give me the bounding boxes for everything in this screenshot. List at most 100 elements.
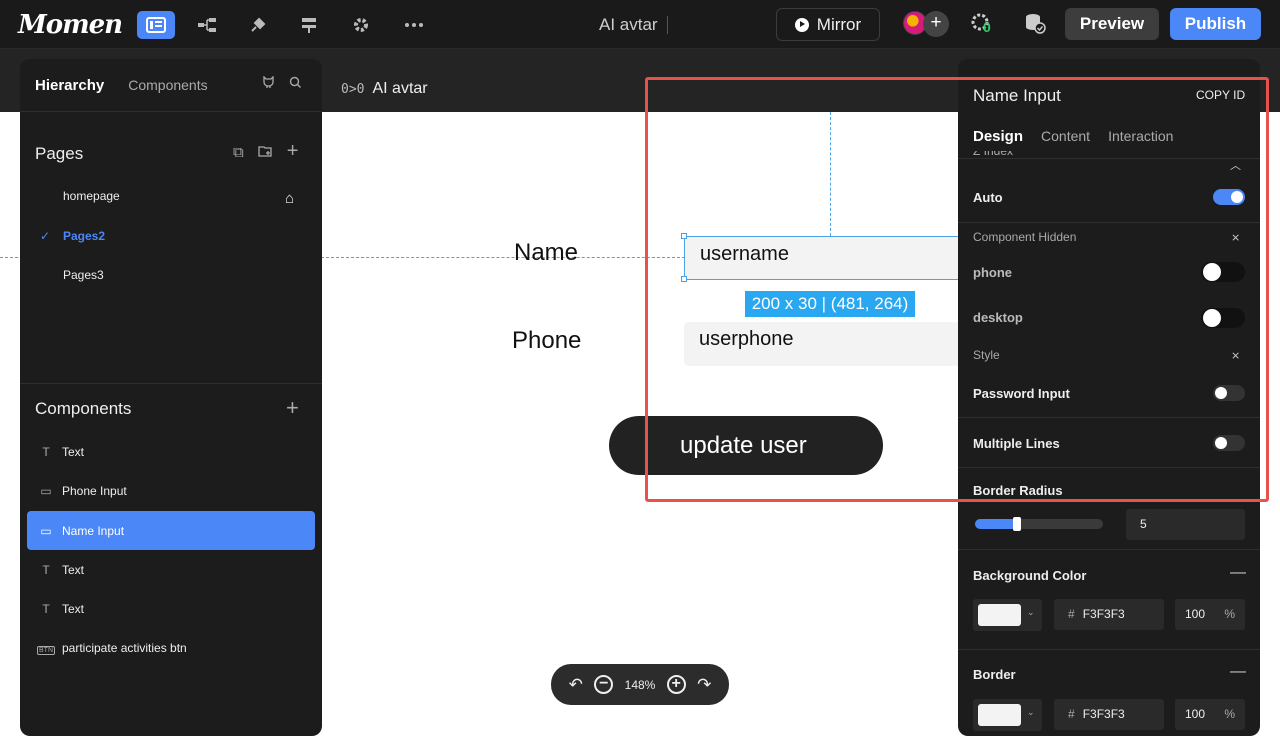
pages-tools: ⧉ + xyxy=(233,141,299,162)
update-user-button[interactable]: update user xyxy=(609,416,883,475)
phone-label[interactable]: Phone xyxy=(512,327,581,355)
undo-icon[interactable]: ↶ xyxy=(569,675,583,695)
background-color-label: Background Color xyxy=(973,568,1087,583)
border-radius-slider[interactable] xyxy=(975,517,1103,531)
page-breadcrumb: 0>0 AI avtar xyxy=(341,80,428,98)
selected-component-title: Name Input xyxy=(973,86,1061,105)
password-input-toggle[interactable] xyxy=(1213,385,1245,401)
page-tag: 0>0 xyxy=(341,81,365,97)
tab-components[interactable]: Components xyxy=(128,77,207,94)
tab-hierarchy[interactable]: Hierarchy xyxy=(35,77,104,94)
add-collaborator-icon[interactable]: + xyxy=(923,11,949,37)
home-icon: ⌂ xyxy=(285,190,295,207)
zoom-in-icon[interactable]: + xyxy=(666,675,686,694)
border-hex-input[interactable]: # F3F3F3 xyxy=(1054,699,1164,730)
name-input[interactable]: username xyxy=(684,236,974,280)
collapse-minus-icon[interactable]: — xyxy=(1230,663,1246,681)
zoom-out-icon[interactable]: − xyxy=(594,675,614,694)
duplicate-page-icon[interactable]: ⧉ xyxy=(233,144,244,162)
page-item-pages3[interactable]: Pages3 xyxy=(63,268,104,282)
border-label: Border xyxy=(973,667,1016,682)
selected-check-icon: ✓ xyxy=(40,229,51,243)
input-type-icon: ▭ xyxy=(40,523,52,538)
name-label[interactable]: Name xyxy=(514,239,578,267)
slider-thumb[interactable] xyxy=(1013,517,1021,531)
resize-handle-bottom-left[interactable] xyxy=(681,276,687,282)
actionflow-icon[interactable] xyxy=(290,11,328,39)
data-model-icon[interactable] xyxy=(188,11,226,39)
divider xyxy=(958,549,1260,550)
text-type-icon: T xyxy=(42,562,50,577)
component-item-phone-input[interactable]: ▭ Phone Input xyxy=(27,471,315,510)
background-hex-input[interactable]: # F3F3F3 xyxy=(1054,599,1164,630)
database-icon[interactable] xyxy=(1024,12,1048,36)
background-opacity-input[interactable]: 100% xyxy=(1175,599,1245,630)
collapse-minus-icon[interactable]: — xyxy=(1230,564,1246,582)
components-title: Components xyxy=(35,399,132,418)
page-item-pages2[interactable]: Pages2 xyxy=(63,229,105,243)
component-item-text[interactable]: T Text xyxy=(27,550,315,589)
publish-button[interactable]: Publish xyxy=(1170,8,1261,40)
mirror-button[interactable]: Mirror xyxy=(776,8,880,41)
percent-sign: % xyxy=(1224,607,1235,621)
hash-sign: # xyxy=(1068,607,1075,621)
component-item-button[interactable]: BTN participate activities btn xyxy=(27,628,315,667)
collapse-icon[interactable]: ⨯ xyxy=(1231,231,1240,244)
page-item-homepage[interactable]: homepage xyxy=(63,189,120,203)
more-icon[interactable] xyxy=(395,11,433,39)
divider xyxy=(958,649,1260,650)
divider xyxy=(958,222,1260,223)
phone-input[interactable]: userphone xyxy=(684,322,974,366)
left-panel: Hierarchy Components Pages ⧉ + homepage … xyxy=(20,59,322,736)
divider xyxy=(20,111,322,112)
hash-sign: # xyxy=(1068,707,1075,721)
border-opacity-input[interactable]: 100% xyxy=(1175,699,1245,730)
component-item-name-input[interactable]: ▭ Name Input xyxy=(27,511,315,550)
border-radius-label: Border Radius xyxy=(973,483,1063,498)
preview-button[interactable]: Preview xyxy=(1065,8,1159,40)
collapse-icon[interactable]: ⨯ xyxy=(1231,349,1240,362)
add-component-icon[interactable]: + xyxy=(286,395,299,421)
plugin-icon[interactable] xyxy=(239,11,277,39)
chevron-up-icon[interactable]: ︿ xyxy=(1230,157,1241,173)
component-label: Phone Input xyxy=(62,483,127,498)
divider xyxy=(20,383,322,384)
component-item-text[interactable]: T Text xyxy=(27,432,315,471)
button-type-icon-label: BTN xyxy=(37,645,55,655)
settings-gear-icon[interactable] xyxy=(342,11,380,39)
resize-handle-top-left[interactable] xyxy=(681,233,687,239)
opacity-value: 100 xyxy=(1185,707,1206,721)
phone-hidden-toggle[interactable] xyxy=(1201,262,1245,282)
password-input-label: Password Input xyxy=(973,386,1070,401)
search-icon[interactable] xyxy=(289,76,302,92)
component-item-text[interactable]: T Text xyxy=(27,589,315,628)
pages-title: Pages xyxy=(35,144,84,163)
component-label: Text xyxy=(62,601,85,616)
add-page-icon[interactable]: + xyxy=(287,141,299,162)
color-swatch xyxy=(978,604,1021,626)
chevron-down-icon: ⌄ xyxy=(1027,607,1035,617)
border-radius-input[interactable]: 5 xyxy=(1126,509,1245,540)
text-type-icon: T xyxy=(42,444,50,459)
multiple-lines-toggle[interactable] xyxy=(1213,435,1245,451)
tab-design[interactable]: Design xyxy=(973,128,1023,145)
component-hidden-label: Component Hidden xyxy=(973,230,1077,244)
tab-interaction[interactable]: Interaction xyxy=(1108,128,1173,145)
desktop-hidden-toggle[interactable] xyxy=(1201,308,1245,328)
border-color-picker[interactable]: ⌄ xyxy=(973,699,1042,731)
layout-icon[interactable] xyxy=(137,11,175,39)
auto-toggle[interactable] xyxy=(1213,189,1245,205)
properties-tabs: Design Content Interaction xyxy=(973,128,1173,145)
zoom-toolbar: ↶ − 148% + ↷ xyxy=(551,664,729,705)
momen-logo[interactable]: Momen xyxy=(18,10,123,40)
document-title: AI avtar xyxy=(599,15,658,34)
zoom-level: 148% xyxy=(624,677,656,692)
redo-icon[interactable]: ↷ xyxy=(697,675,711,695)
tab-content[interactable]: Content xyxy=(1041,128,1090,145)
copy-id-button[interactable]: COPY ID xyxy=(1196,88,1245,102)
components-tools: + xyxy=(286,395,299,421)
multiple-lines-label: Multiple Lines xyxy=(973,436,1060,451)
github-icon[interactable] xyxy=(262,75,275,92)
add-folder-icon[interactable] xyxy=(258,144,273,162)
background-color-picker[interactable]: ⌄ xyxy=(973,599,1042,631)
